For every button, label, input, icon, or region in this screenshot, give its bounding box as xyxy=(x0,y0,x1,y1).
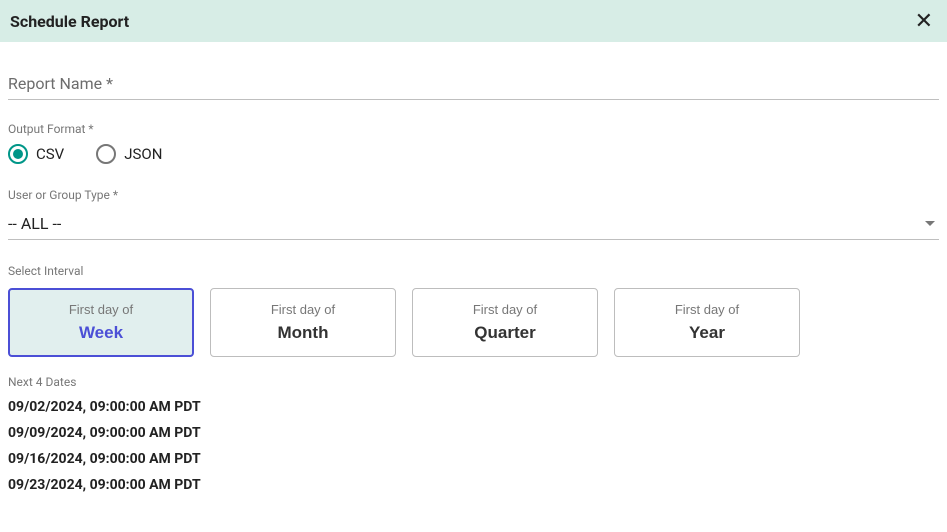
interval-card-bot: Quarter xyxy=(474,323,535,343)
date-row: 09/02/2024, 09:00:00 AM PDT xyxy=(8,399,939,415)
radio-json[interactable]: JSON xyxy=(96,144,162,164)
user-group-label: User or Group Type * xyxy=(8,188,939,202)
report-name-label: Report Name * xyxy=(8,74,939,93)
date-row: 09/09/2024, 09:00:00 AM PDT xyxy=(8,425,939,441)
radio-icon xyxy=(8,144,28,164)
interval-card-top: First day of xyxy=(271,302,335,317)
interval-card-year[interactable]: First day of Year xyxy=(614,288,800,357)
dialog-content: Report Name * Output Format * CSV JSON U… xyxy=(0,74,947,493)
interval-label: Select Interval xyxy=(8,264,939,278)
interval-cards: First day of Week First day of Month Fir… xyxy=(8,288,939,357)
interval-card-bot: Week xyxy=(79,323,123,343)
dialog-title: Schedule Report xyxy=(10,12,129,31)
interval-card-month[interactable]: First day of Month xyxy=(210,288,396,357)
chevron-down-icon xyxy=(925,221,935,226)
date-row: 09/16/2024, 09:00:00 AM PDT xyxy=(8,451,939,467)
user-group-value: -- ALL -- xyxy=(8,214,61,233)
dialog-header: Schedule Report ✕ xyxy=(0,0,947,42)
interval-card-quarter[interactable]: First day of Quarter xyxy=(412,288,598,357)
next-dates-list: 09/02/2024, 09:00:00 AM PDT 09/09/2024, … xyxy=(8,399,939,493)
user-group-select[interactable]: -- ALL -- xyxy=(8,210,939,240)
next-dates-label: Next 4 Dates xyxy=(8,375,939,389)
interval-card-top: First day of xyxy=(473,302,537,317)
report-name-field[interactable]: Report Name * xyxy=(8,74,939,100)
date-row: 09/23/2024, 09:00:00 AM PDT xyxy=(8,477,939,493)
output-format-radios: CSV JSON xyxy=(8,144,939,164)
interval-card-bot: Month xyxy=(278,323,329,343)
close-icon: ✕ xyxy=(915,8,933,33)
radio-csv-label: CSV xyxy=(36,145,64,163)
output-format-section: Output Format * CSV JSON xyxy=(8,122,939,164)
next-dates-section: Next 4 Dates 09/02/2024, 09:00:00 AM PDT… xyxy=(8,375,939,493)
interval-card-top: First day of xyxy=(675,302,739,317)
interval-card-week[interactable]: First day of Week xyxy=(8,288,194,357)
close-button[interactable]: ✕ xyxy=(911,6,937,36)
radio-csv[interactable]: CSV xyxy=(8,144,64,164)
radio-icon xyxy=(96,144,116,164)
radio-json-label: JSON xyxy=(124,145,162,163)
interval-section: Select Interval First day of Week First … xyxy=(8,264,939,357)
user-group-section: User or Group Type * -- ALL -- xyxy=(8,188,939,240)
interval-card-top: First day of xyxy=(69,302,133,317)
interval-card-bot: Year xyxy=(689,323,725,343)
output-format-label: Output Format * xyxy=(8,122,939,136)
